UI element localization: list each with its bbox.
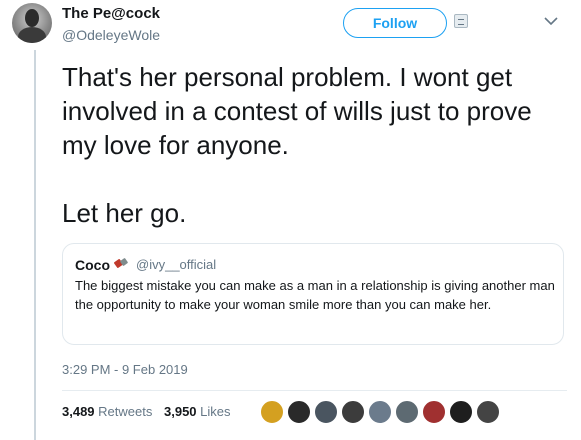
follow-button[interactable]: Follow xyxy=(343,8,447,38)
likes-label: Likes xyxy=(200,404,231,419)
liker-avatar[interactable] xyxy=(476,400,500,424)
likes-stat[interactable]: 3,950 Likes xyxy=(164,404,231,419)
author-handle[interactable]: @OdeleyeWole xyxy=(62,27,160,43)
quoted-author-name: Coco xyxy=(75,257,110,273)
liker-avatar[interactable] xyxy=(395,400,419,424)
chevron-down-icon[interactable] xyxy=(543,15,559,27)
likes-count: 3,950 xyxy=(164,404,197,419)
quoted-tweet[interactable]: Coco @ivy__official The biggest mistake … xyxy=(62,243,564,345)
retweets-label: Retweets xyxy=(98,404,153,419)
tweet-stats: 3,489 Retweets 3,950 Likes xyxy=(62,404,239,419)
avatar-shoulders xyxy=(18,27,46,43)
thread-line xyxy=(34,50,36,440)
liker-avatar[interactable] xyxy=(260,400,284,424)
liker-avatar[interactable] xyxy=(368,400,392,424)
liker-avatar[interactable] xyxy=(287,400,311,424)
avatar-head xyxy=(25,9,39,27)
dm-icon[interactable] xyxy=(454,14,468,28)
liker-avatar[interactable] xyxy=(422,400,446,424)
quoted-tweet-text: The biggest mistake you can make as a ma… xyxy=(75,278,555,312)
liker-avatar[interactable] xyxy=(449,400,473,424)
author-display-name[interactable]: The Pe@cock xyxy=(62,5,160,22)
tweet-timestamp[interactable]: 3:29 PM - 9 Feb 2019 xyxy=(62,362,188,377)
avatar[interactable] xyxy=(12,3,52,43)
retweets-stat[interactable]: 3,489 Retweets xyxy=(62,404,152,419)
divider xyxy=(62,390,567,391)
retweets-count: 3,489 xyxy=(62,404,95,419)
lipstick-emoji xyxy=(114,258,128,268)
liker-avatar[interactable] xyxy=(341,400,365,424)
quoted-author-handle: @ivy__official xyxy=(136,257,217,272)
tweet-text: That's her personal problem. I wont get … xyxy=(62,62,532,228)
liker-avatar[interactable] xyxy=(314,400,338,424)
